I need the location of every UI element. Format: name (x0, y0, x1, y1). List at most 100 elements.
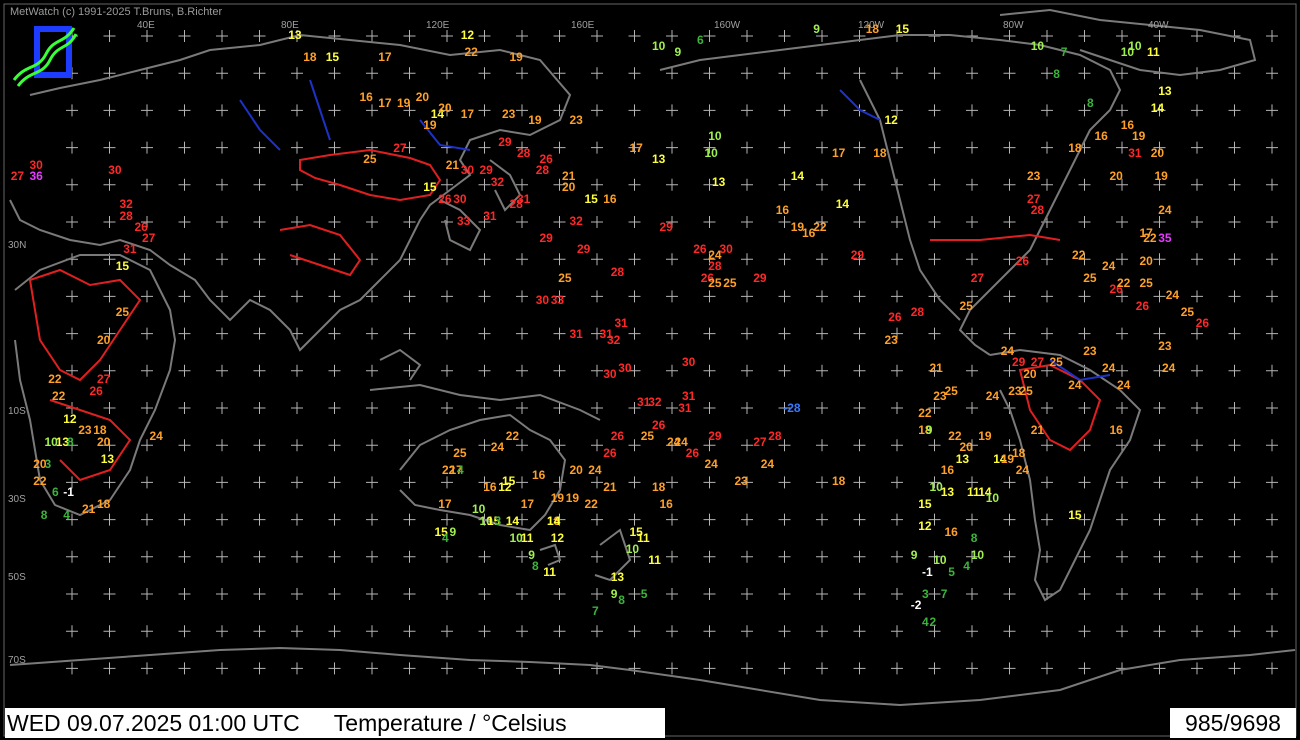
station-temperature[interactable]: 10 (930, 481, 943, 493)
station-temperature[interactable]: 21 (562, 170, 575, 182)
station-temperature[interactable]: 15 (116, 260, 129, 272)
station-temperature[interactable]: -1 (922, 566, 933, 578)
station-temperature[interactable]: 21 (1031, 424, 1044, 436)
station-temperature[interactable]: 31 (483, 210, 496, 222)
station-temperature[interactable]: 3 (495, 515, 502, 527)
station-temperature[interactable]: 18 (873, 147, 886, 159)
station-temperature[interactable]: 17 (438, 498, 451, 510)
station-temperature[interactable]: 24 (1117, 379, 1130, 391)
station-temperature[interactable]: 24 (761, 458, 774, 470)
station-temperature[interactable]: 26 (693, 243, 706, 255)
station-temperature[interactable]: 24 (1158, 204, 1171, 216)
station-temperature[interactable]: 16 (660, 498, 673, 510)
station-temperature[interactable]: 32 (491, 176, 504, 188)
station-temperature[interactable]: 28 (1031, 204, 1044, 216)
station-temperature[interactable]: 12 (885, 114, 898, 126)
station-temperature[interactable]: 20 (1140, 255, 1153, 267)
station-temperature[interactable]: 33 (457, 215, 470, 227)
station-temperature[interactable]: 31 (615, 317, 628, 329)
station-temperature[interactable]: 9 (813, 23, 820, 35)
station-temperature[interactable]: 16 (776, 204, 789, 216)
station-temperature[interactable]: 28 (611, 266, 624, 278)
station-temperature[interactable]: 22 (465, 46, 478, 58)
station-temperature[interactable]: 15 (502, 475, 515, 487)
station-temperature[interactable]: 7 (941, 588, 948, 600)
station-temperature[interactable]: 24 (150, 430, 163, 442)
station-temperature[interactable]: 17 (521, 498, 534, 510)
station-temperature[interactable]: 17 (378, 97, 391, 109)
station-temperature[interactable]: 5 (948, 566, 955, 578)
station-temperature[interactable]: 24 (1102, 362, 1115, 374)
station-temperature[interactable]: 24 (588, 464, 601, 476)
station-temperature[interactable]: 20 (438, 102, 451, 114)
station-temperature[interactable]: 29 (708, 430, 721, 442)
station-temperature[interactable]: 19 (528, 114, 541, 126)
station-temperature[interactable]: 21 (446, 159, 459, 171)
station-temperature[interactable]: 16 (1095, 130, 1108, 142)
station-temperature[interactable]: 23 (1027, 170, 1040, 182)
station-temperature[interactable]: 11 (543, 566, 556, 578)
station-temperature[interactable]: 10 (1031, 40, 1044, 52)
station-temperature[interactable]: 25 (708, 277, 721, 289)
station-temperature[interactable]: 8 (41, 509, 48, 521)
station-temperature[interactable]: 25 (945, 385, 958, 397)
station-temperature[interactable]: 19 (1155, 170, 1168, 182)
station-temperature[interactable]: 14 (547, 515, 560, 527)
station-temperature[interactable]: 25 (641, 430, 654, 442)
station-temperature[interactable]: 15 (896, 23, 909, 35)
station-temperature[interactable]: 25 (1140, 277, 1153, 289)
station-temperature[interactable]: 29 (1012, 356, 1025, 368)
station-temperature[interactable]: 24 (1001, 345, 1014, 357)
station-temperature[interactable]: 25 (453, 447, 466, 459)
station-temperature[interactable]: 19 (978, 430, 991, 442)
station-temperature[interactable]: 25 (723, 277, 736, 289)
station-temperature[interactable]: 14 (506, 515, 519, 527)
station-temperature[interactable]: 22 (48, 373, 61, 385)
station-temperature[interactable]: 26 (1196, 317, 1209, 329)
station-temperature[interactable]: 9 (675, 46, 682, 58)
station-temperature[interactable]: 24 (1068, 379, 1081, 391)
station-temperature[interactable]: 13 (101, 453, 114, 465)
station-temperature[interactable]: 3 (45, 458, 52, 470)
station-temperature[interactable]: 25 (363, 153, 376, 165)
station-temperature[interactable]: 29 (753, 272, 766, 284)
station-temperature[interactable]: 27 (971, 272, 984, 284)
station-temperature[interactable]: 26 (888, 311, 901, 323)
station-temperature[interactable]: 31 (570, 328, 583, 340)
station-temperature[interactable]: 32 (607, 334, 620, 346)
station-temperature[interactable]: 26 (90, 385, 103, 397)
station-temperature[interactable]: 35 (1158, 232, 1171, 244)
station-temperature[interactable]: 8 (971, 532, 978, 544)
station-temperature[interactable]: 14 (791, 170, 804, 182)
station-temperature[interactable]: 20 (97, 334, 110, 346)
station-temperature[interactable]: 4 (963, 560, 970, 572)
station-temperature[interactable]: 7 (592, 605, 599, 617)
station-temperature[interactable]: 28 (536, 164, 549, 176)
station-temperature[interactable]: 30 (461, 164, 474, 176)
station-temperature[interactable]: 10 (986, 492, 999, 504)
station-temperature[interactable]: 19 (566, 492, 579, 504)
station-temperature[interactable]: 30 (30, 159, 43, 171)
station-temperature[interactable]: 11 (521, 532, 534, 544)
station-temperature[interactable]: 36 (30, 170, 43, 182)
station-temperature[interactable]: 10 (971, 549, 984, 561)
station-temperature[interactable]: 4 (922, 616, 929, 628)
station-temperature[interactable]: 32 (120, 198, 133, 210)
station-temperature[interactable]: 14 (1151, 102, 1164, 114)
station-temperature[interactable]: 23 (570, 114, 583, 126)
station-temperature[interactable]: 16 (532, 469, 545, 481)
station-temperature[interactable]: 26 (1136, 300, 1149, 312)
station-temperature[interactable]: 25 (960, 300, 973, 312)
station-temperature[interactable]: 16 (603, 193, 616, 205)
station-temperature[interactable]: 22 (918, 407, 931, 419)
station-temperature[interactable]: 17 (461, 108, 474, 120)
station-temperature[interactable]: 22 (52, 390, 65, 402)
station-temperature[interactable]: 17 (1140, 227, 1153, 239)
station-temperature[interactable]: 18 (832, 475, 845, 487)
station-temperature[interactable]: 16 (483, 481, 496, 493)
station-temperature[interactable]: 16 (360, 91, 373, 103)
station-temperature[interactable]: 23 (735, 475, 748, 487)
station-temperature[interactable]: 26 (611, 430, 624, 442)
station-temperature[interactable]: 28 (768, 430, 781, 442)
station-temperature[interactable]: 30 (682, 356, 695, 368)
